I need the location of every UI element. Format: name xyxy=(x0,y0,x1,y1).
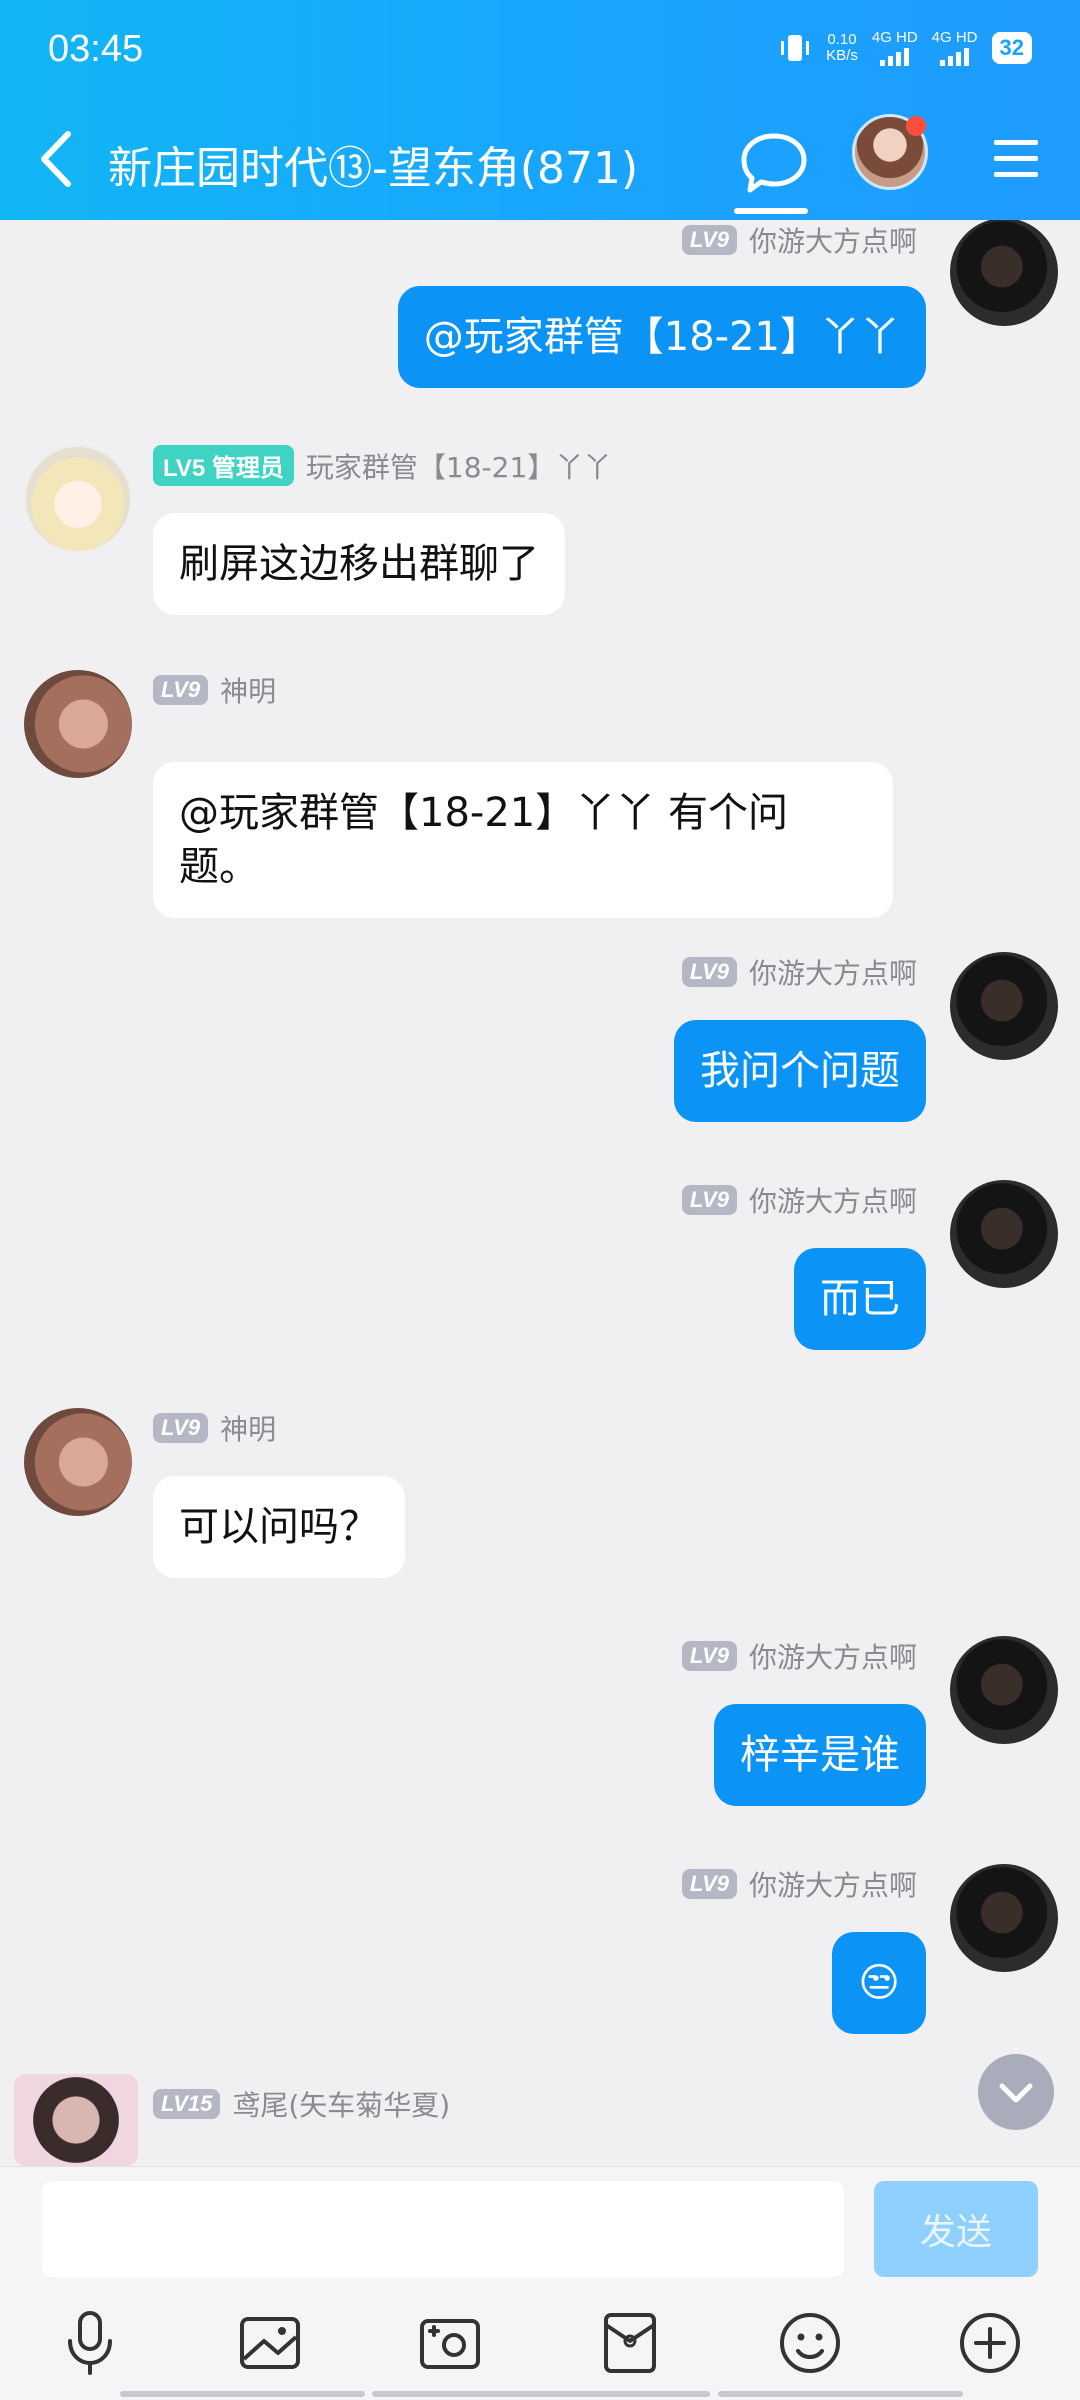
level-badge: LV9 xyxy=(153,1413,209,1443)
level-badge: LV15 xyxy=(153,2089,221,2119)
message-input[interactable] xyxy=(42,2181,844,2277)
level-badge: LV9 xyxy=(681,1185,737,1215)
status-icons: 0.10 KB/s 4G HD 4G HD 32 xyxy=(778,30,1032,66)
sim2-signal: 4G HD xyxy=(932,30,978,66)
avatar[interactable] xyxy=(24,1408,132,1516)
status-time: 03:45 xyxy=(48,28,144,70)
sender-name: 你游大方点啊 xyxy=(748,957,917,990)
group-title: 新庄园时代⑬-望东角(871) xyxy=(108,143,639,194)
sender-meta: LV9 你游大方点啊 xyxy=(681,220,917,260)
plus-icon[interactable] xyxy=(954,2307,1026,2379)
sender-name: 鸢尾(矢车菊华夏) xyxy=(232,2089,451,2122)
red-packet-icon[interactable] xyxy=(594,2307,666,2379)
sender-meta: LV9 神明 xyxy=(153,670,276,710)
mic-icon[interactable] xyxy=(54,2307,126,2379)
composer-toolbar xyxy=(0,2307,1080,2397)
active-tab-indicator xyxy=(734,208,808,214)
gesture-bar xyxy=(718,2391,963,2397)
level-badge: LV9 xyxy=(681,1641,737,1671)
level-badge: LV9 xyxy=(681,225,737,255)
gesture-bar xyxy=(120,2391,365,2397)
back-icon[interactable] xyxy=(28,124,88,194)
level-badge: LV9 xyxy=(153,675,209,705)
signal-bars-icon xyxy=(880,46,910,66)
emoji-icon[interactable] xyxy=(774,2307,846,2379)
image-icon[interactable] xyxy=(234,2307,306,2379)
vibrate-icon xyxy=(781,35,810,61)
sender-name: 你游大方点啊 xyxy=(748,1185,917,1218)
avatar[interactable] xyxy=(950,1180,1058,1288)
sender-meta: LV9 神明 xyxy=(153,1408,276,1448)
scroll-to-bottom-button[interactable] xyxy=(978,2054,1054,2130)
send-button[interactable]: 发送 xyxy=(874,2181,1038,2277)
sender-name: 你游大方点啊 xyxy=(748,1641,917,1674)
message-bubble[interactable]: 😒 xyxy=(832,1932,926,2034)
level-badge: LV9 xyxy=(681,1869,737,1899)
chat-icon[interactable] xyxy=(738,122,810,202)
menu-icon[interactable] xyxy=(992,128,1040,188)
message-bubble[interactable]: @玩家群管【18-21】丫丫 有个问题。 xyxy=(153,762,893,918)
avatar[interactable] xyxy=(14,2074,138,2166)
sender-meta: LV5 管理员 玩家群管【18-21】丫丫 xyxy=(153,445,611,486)
header: 03:45 0.10 KB/s 4G HD 4G HD 32 新庄园时代⑬-望东… xyxy=(0,0,1080,220)
level-badge: LV5 管理员 xyxy=(153,445,294,486)
message-bubble[interactable]: 可以问吗？ xyxy=(153,1476,405,1578)
avatar[interactable] xyxy=(950,1636,1058,1744)
signal-bars-icon xyxy=(940,46,970,66)
sender-meta: LV9 你游大方点啊 xyxy=(681,1180,917,1220)
sender-name: 你游大方点啊 xyxy=(748,1869,917,1902)
chevron-down-icon xyxy=(999,2083,1033,2103)
gesture-bar xyxy=(372,2391,710,2397)
message-bubble[interactable]: 刷屏这边移出群聊了 xyxy=(153,513,565,615)
net-speed: 0.10 KB/s xyxy=(826,31,858,64)
notification-dot xyxy=(906,116,926,136)
avatar[interactable] xyxy=(24,445,132,553)
avatar[interactable] xyxy=(950,220,1058,326)
status-bar: 03:45 0.10 KB/s 4G HD 4G HD 32 xyxy=(0,0,1080,100)
sender-meta: LV9 你游大方点啊 xyxy=(681,1864,917,1904)
sim1-signal: 4G HD xyxy=(872,30,918,66)
composer: 发送 xyxy=(0,2166,1080,2400)
avatar[interactable] xyxy=(24,670,132,778)
message-bubble[interactable]: 我问个问题 xyxy=(674,1020,926,1122)
sender-name: 神明 xyxy=(220,1413,277,1446)
title-bar: 新庄园时代⑬-望东角(871) xyxy=(0,110,1080,214)
message-bubble[interactable]: 梓辛是谁 xyxy=(714,1704,926,1806)
sender-name: 神明 xyxy=(220,675,277,708)
sender-name: 你游大方点啊 xyxy=(748,225,917,258)
sender-meta: LV15 鸢尾(矢车菊华夏) xyxy=(153,2084,450,2124)
camera-icon[interactable] xyxy=(414,2307,486,2379)
message-bubble[interactable]: 而已 xyxy=(794,1248,926,1350)
battery-indicator: 32 xyxy=(991,32,1032,64)
sender-meta: LV9 你游大方点啊 xyxy=(681,952,917,992)
sender-name: 玩家群管【18-21】丫丫 xyxy=(305,450,612,484)
sender-meta: LV9 你游大方点啊 xyxy=(681,1636,917,1676)
avatar[interactable] xyxy=(950,1864,1058,1972)
level-badge: LV9 xyxy=(681,957,737,987)
message-bubble[interactable]: @玩家群管【18-21】丫丫 xyxy=(397,286,926,388)
avatar[interactable] xyxy=(950,952,1058,1060)
message-list[interactable]: LV9 你游大方点啊 @玩家群管【18-21】丫丫 LV5 管理员 玩家群管【1… xyxy=(0,220,1080,2166)
